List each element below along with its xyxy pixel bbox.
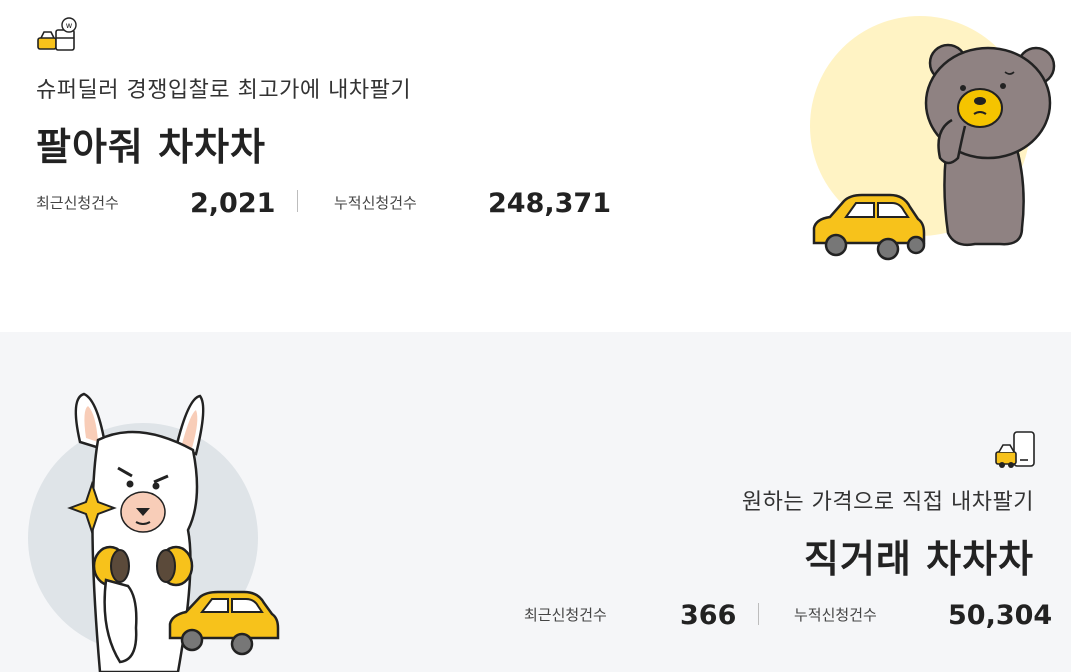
service-title[interactable]: 팔아줘 차차차 [36, 116, 266, 171]
total-count-value: 248,371 [488, 188, 611, 219]
sell-auction-section[interactable]: w 슈퍼딜러 경쟁입찰로 최고가에 내차팔기 팔아줘 차차차 최근신청건수 2,… [0, 0, 1071, 332]
service-subtitle: 슈퍼딜러 경쟁입찰로 최고가에 내차팔기 [36, 78, 412, 103]
total-count-label: 누적신청건수 [334, 194, 417, 212]
recent-count-label: 최근신청건수 [36, 194, 119, 212]
service-title[interactable]: 직거래 차차차 [804, 528, 1034, 583]
recent-count-value: 366 [680, 600, 737, 631]
alpaca-illustration [28, 392, 280, 672]
recent-count-label: 최근신청건수 [524, 606, 607, 624]
service-subtitle: 원하는 가격으로 직접 내차팔기 [741, 490, 1034, 515]
direct-deal-phone-car-icon [995, 431, 1035, 468]
svg-text:w: w [66, 21, 73, 30]
total-count-label: 누적신청건수 [794, 606, 877, 624]
auction-car-icon: w [37, 17, 77, 51]
total-count-value: 50,304 [948, 600, 1053, 631]
stat-divider [297, 190, 298, 212]
stat-divider [758, 603, 759, 625]
recent-count-value: 2,021 [190, 188, 276, 219]
bear-illustration [810, 16, 1056, 261]
